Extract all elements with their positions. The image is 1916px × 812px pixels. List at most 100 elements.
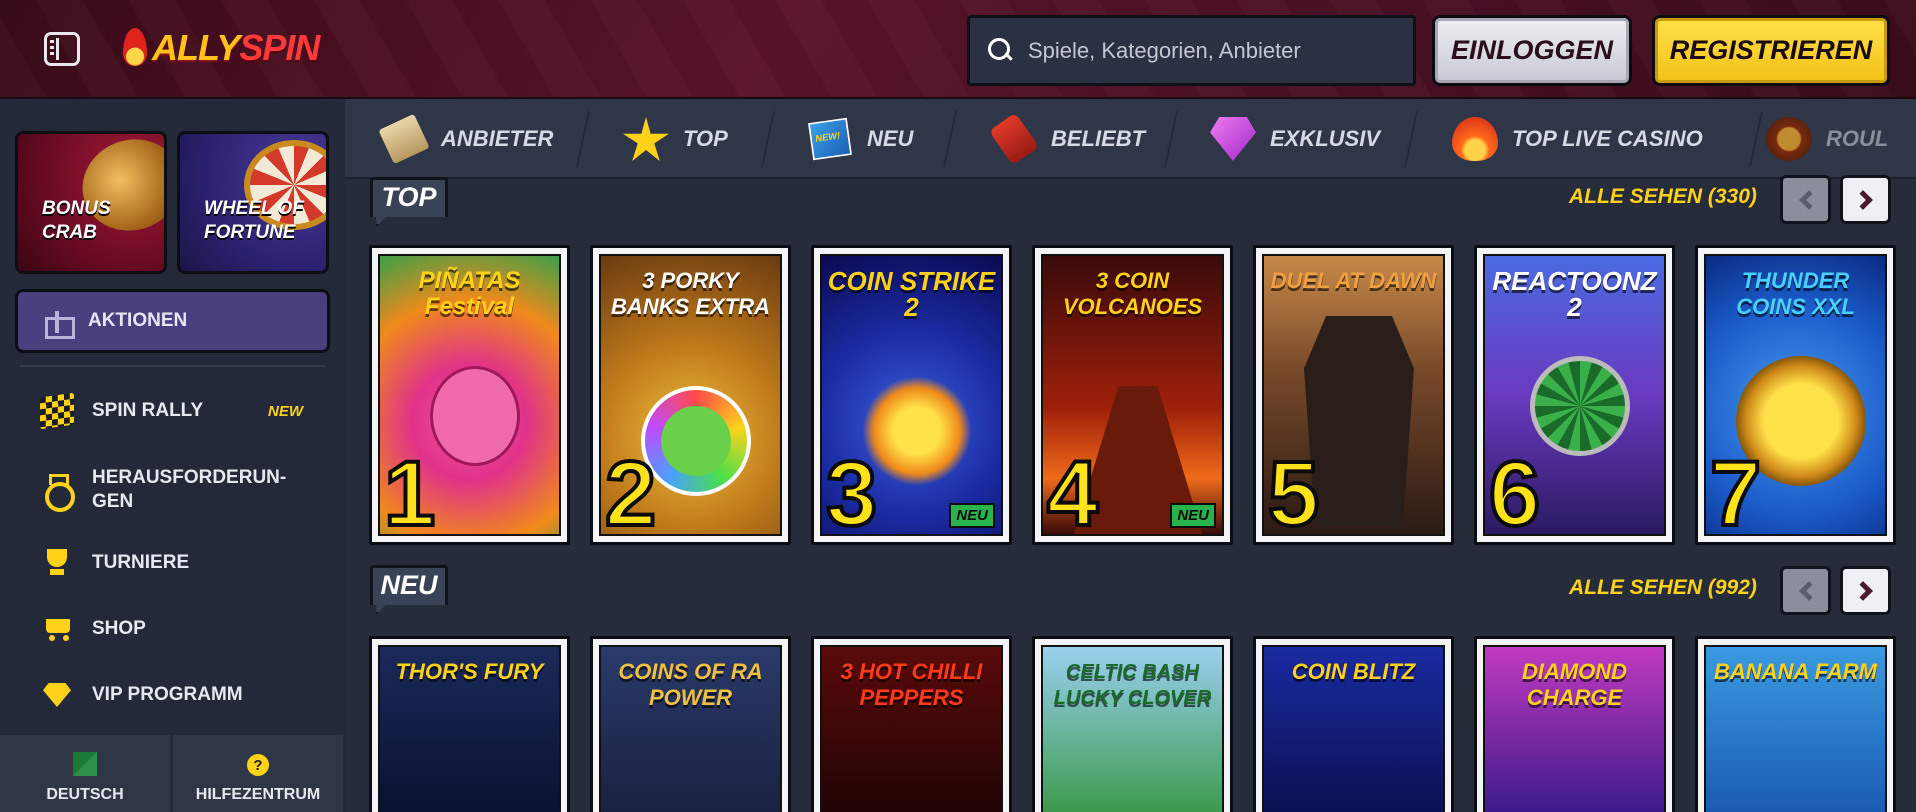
game-rank: 2 (603, 443, 658, 536)
game-title: PIÑATAS Festival (418, 267, 521, 320)
new-next-button[interactable] (1840, 566, 1891, 615)
game-title: 3 HOT CHILLI PEPPERS (840, 659, 983, 710)
gift-icon (44, 309, 75, 339)
category-separator (576, 111, 590, 167)
top-prev-button[interactable] (1780, 175, 1831, 224)
category-bar: ANBIETER TOP NEU BELIEBT EXKLUSIV TOP LI… (345, 99, 1916, 179)
game-title: DIAMOND CHARGE (1521, 659, 1628, 710)
promo-label: WHEEL OF FORTUNE (204, 198, 304, 243)
game-title: DUEL AT DAWN (1270, 268, 1437, 293)
sidebar-item-shop[interactable]: SHOP (40, 607, 146, 651)
sidebar-item-tournaments[interactable]: TURNIERE (40, 541, 189, 585)
game-thumbnail: REACTOONZ 2 6 (1483, 254, 1666, 536)
new-prev-button[interactable] (1780, 566, 1831, 615)
category-separator (1404, 111, 1418, 167)
game-title: COIN STRIKE 2 (827, 266, 996, 322)
sidebar-item-vip-program[interactable]: VIP PROGRAMM (40, 673, 243, 717)
chevron-left-icon (1798, 189, 1819, 210)
see-all-new-link[interactable]: ALLE SEHEN (992) (1569, 576, 1757, 600)
category-top-live-casino[interactable]: TOP LIVE CASINO (1452, 99, 1703, 177)
promo-wheel-of-fortune[interactable]: WHEEL OF FORTUNE (177, 131, 329, 274)
section-title-top: TOP (370, 177, 448, 227)
language-selector[interactable]: DEUTSCH (0, 735, 170, 812)
logo-text-spin: SPIN (239, 27, 320, 68)
actions-label: AKTIONEN (88, 310, 188, 331)
new-tag: NEU (949, 503, 995, 528)
star-icon (623, 117, 669, 161)
see-all-top-link[interactable]: ALLE SEHEN (330) (1569, 185, 1757, 209)
sidebar-toggle-icon[interactable] (44, 32, 80, 66)
game-card[interactable]: COIN BLITZ (1253, 636, 1454, 812)
game-card[interactable]: PIÑATAS Festival 1 (369, 245, 570, 545)
login-button[interactable]: EINLOGGEN (1432, 15, 1632, 86)
game-rank: 4 (1045, 443, 1100, 536)
category-separator (761, 111, 775, 167)
game-card[interactable]: 3 PORKY BANKS EXTRA 2 (590, 245, 791, 545)
sidebar-item-label: TURNIERE (92, 552, 190, 573)
game-rank: 7 (1708, 443, 1763, 536)
help-center-button[interactable]: ? HILFEZENTRUM (173, 735, 343, 812)
checkered-flag-icon (40, 392, 74, 430)
game-card[interactable]: COINS OF RA POWER (590, 636, 791, 812)
medal-icon (40, 474, 75, 512)
game-title: THUNDER COINS XXL (1736, 268, 1855, 319)
category-roulette[interactable]: ROUL (1766, 99, 1888, 177)
roulette-icon (1766, 117, 1812, 161)
trophy-icon (40, 547, 74, 579)
category-separator (1164, 111, 1178, 167)
category-new[interactable]: NEU (807, 99, 913, 177)
sidebar-divider (20, 365, 325, 367)
section-title-new: NEU (370, 565, 448, 615)
search-input[interactable] (1028, 37, 1388, 64)
category-popular[interactable]: BELIEBT (988, 99, 1145, 177)
chevron-right-icon (1852, 189, 1873, 210)
sidebar-item-spin-rally[interactable]: SPIN RALLY (40, 389, 203, 433)
game-card[interactable]: BANANA FARM (1695, 636, 1896, 812)
search-box[interactable] (967, 15, 1416, 86)
game-thumbnail: COIN BLITZ (1262, 645, 1445, 812)
game-card[interactable]: THUNDER COINS XXL 7 (1695, 245, 1896, 545)
promo-label: BONUS CRAB (42, 198, 111, 243)
game-title: 3 PORKY BANKS EXTRA (611, 268, 770, 319)
game-title: 3 COIN VOLCANOES (1062, 268, 1203, 319)
sidebar-item-label: HERAUSFORDERUN- GEN (92, 467, 287, 512)
actions-button[interactable]: AKTIONEN (15, 289, 330, 353)
category-top[interactable]: TOP (623, 99, 728, 177)
game-thumbnail: COINS OF RA POWER (599, 645, 782, 812)
dynamite-icon (988, 112, 1040, 166)
promo-bonus-crab[interactable]: BONUS CRAB (15, 131, 167, 274)
category-providers[interactable]: ANBIETER (378, 99, 553, 177)
game-card[interactable]: 3 COIN VOLCANOES 4 NEU (1032, 245, 1233, 545)
game-card[interactable]: REACTOONZ 2 6 (1474, 245, 1675, 545)
search-icon (988, 37, 1014, 64)
game-thumbnail: DIAMOND CHARGE (1483, 645, 1666, 812)
cart-icon (40, 613, 74, 645)
register-button[interactable]: REGISTRIEREN (1652, 15, 1890, 86)
scroll-icon (378, 113, 430, 165)
sidebar-item-label: VIP PROGRAMM (92, 684, 243, 705)
language-flag-icon (73, 752, 97, 776)
help-label: HILFEZENTRUM (195, 786, 321, 803)
game-card[interactable]: 3 HOT CHILLI PEPPERS (811, 636, 1012, 812)
new-badge: NEW (268, 403, 303, 420)
allyspin-logo[interactable]: ALLY SPIN (120, 26, 320, 70)
game-rank: 5 (1266, 443, 1321, 536)
game-thumbnail: CELTIC BASH LUCKY CLOVER (1041, 645, 1224, 812)
category-exclusive[interactable]: EXKLUSIV (1210, 99, 1380, 177)
new-sticker-icon (808, 117, 852, 161)
top-next-button[interactable] (1840, 175, 1891, 224)
category-separator (943, 111, 957, 167)
help-icon: ? (247, 754, 269, 776)
game-title: BANANA FARM (1714, 659, 1877, 684)
sidebar-item-challenges[interactable]: HERAUSFORDERUN- GEN (40, 461, 286, 519)
game-card[interactable]: THOR'S FURY (369, 636, 570, 812)
game-card[interactable]: CELTIC BASH LUCKY CLOVER (1032, 636, 1233, 812)
game-card[interactable]: COIN STRIKE 2 3 NEU (811, 245, 1012, 545)
top-header: ALLY SPIN EINLOGGEN REGISTRIEREN (0, 0, 1916, 99)
game-title: COINS OF RA POWER (618, 659, 763, 710)
game-card[interactable]: DUEL AT DAWN 5 (1253, 245, 1454, 545)
game-title: COIN BLITZ (1291, 659, 1416, 684)
sidebar-item-label: SPIN RALLY (92, 400, 204, 421)
game-card[interactable]: DIAMOND CHARGE (1474, 636, 1675, 812)
game-title: REACTOONZ 2 (1492, 266, 1657, 322)
